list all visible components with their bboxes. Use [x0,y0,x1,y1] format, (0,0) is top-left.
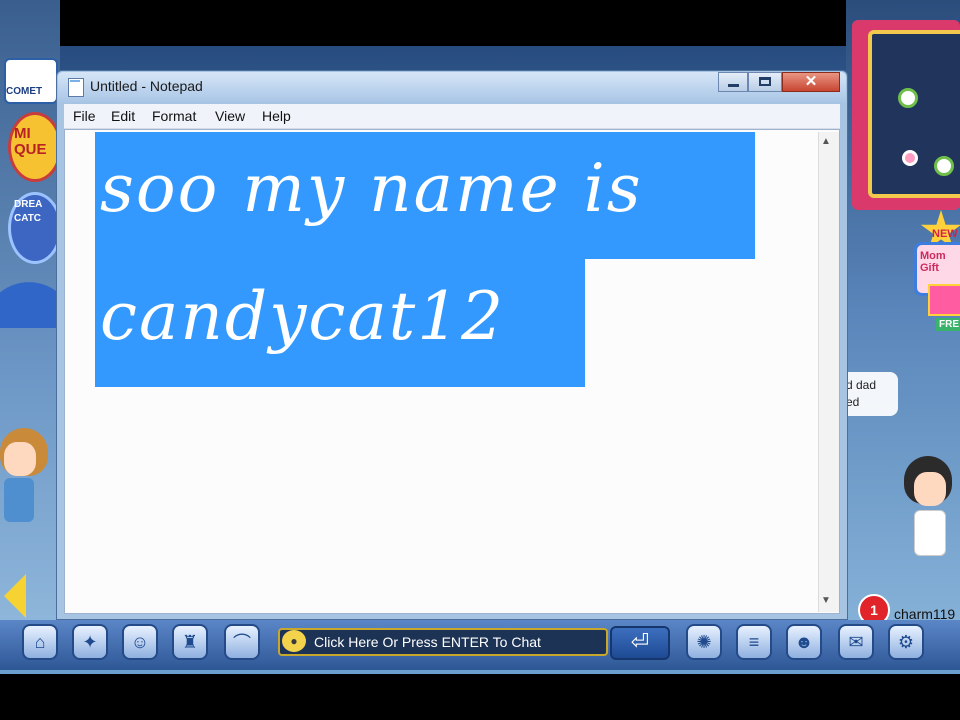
avatar[interactable] [898,456,960,584]
settings-gear-icon[interactable]: ⚙ [888,624,924,660]
chat-icon: ● [282,630,306,652]
notepad-app-icon-detail [70,80,80,82]
scroll-down-icon[interactable]: ▼ [821,595,831,606]
film-reel-icon[interactable]: ✺ [686,624,722,660]
avatar-body [914,510,946,556]
gift-box-icon [928,284,960,316]
new-label: NEW [932,228,958,240]
quest-label: MI QUE [14,125,47,158]
flower-icon [902,150,918,166]
minimize-icon [728,84,739,87]
avatar-face [4,442,36,476]
dream-label: DREA CATC [14,199,43,224]
list-icon[interactable]: ≡ [736,624,772,660]
avatar-face [914,472,946,506]
profile-icon[interactable]: ☻ [786,624,822,660]
umbrella-decoration [0,258,58,328]
flower-icon [898,88,918,108]
menu-edit[interactable]: Edit [111,108,135,124]
menu-view[interactable]: View [215,108,245,124]
avatar[interactable] [0,428,48,550]
mail-icon[interactable]: ✉ [838,624,874,660]
chat-bubble-text: d dad ed [846,378,877,409]
puzzle-icon[interactable]: ✦ [72,624,108,660]
mom-gift-label: Mom Gift [920,250,946,274]
free-label: FRE [936,318,960,331]
minimize-button[interactable] [718,72,748,92]
menu-help[interactable]: Help [262,108,291,124]
chat-input[interactable]: Click Here Or Press ENTER To Chat [278,628,608,656]
add-friend-icon[interactable]: ☺ [122,624,158,660]
editor-line-2[interactable]: candycat12 [100,278,505,355]
send-chat-button[interactable]: ⏎ [610,626,670,660]
home-icon[interactable]: ⌂ [22,624,58,660]
close-button[interactable]: ✕ [782,72,840,92]
comet-news-icon[interactable] [4,58,58,104]
scroll-up-icon[interactable]: ▲ [821,136,831,147]
maximize-icon [759,77,771,86]
arrow-left-icon[interactable] [4,574,26,618]
comet-label: COMET [6,86,43,97]
flower-icon [934,156,954,176]
furniture-icon[interactable]: ♜ [172,624,208,660]
menu-format[interactable]: Format [152,108,196,124]
maximize-button[interactable] [748,72,782,92]
avatar-body [4,478,34,522]
editor-line-1[interactable]: soo my name is [100,150,643,227]
window-title: Untitled - Notepad [90,78,203,94]
vertical-scrollbar[interactable] [818,132,839,612]
menu-file[interactable]: File [73,108,96,124]
clothes-hanger-icon[interactable]: ⌒ [224,624,260,660]
